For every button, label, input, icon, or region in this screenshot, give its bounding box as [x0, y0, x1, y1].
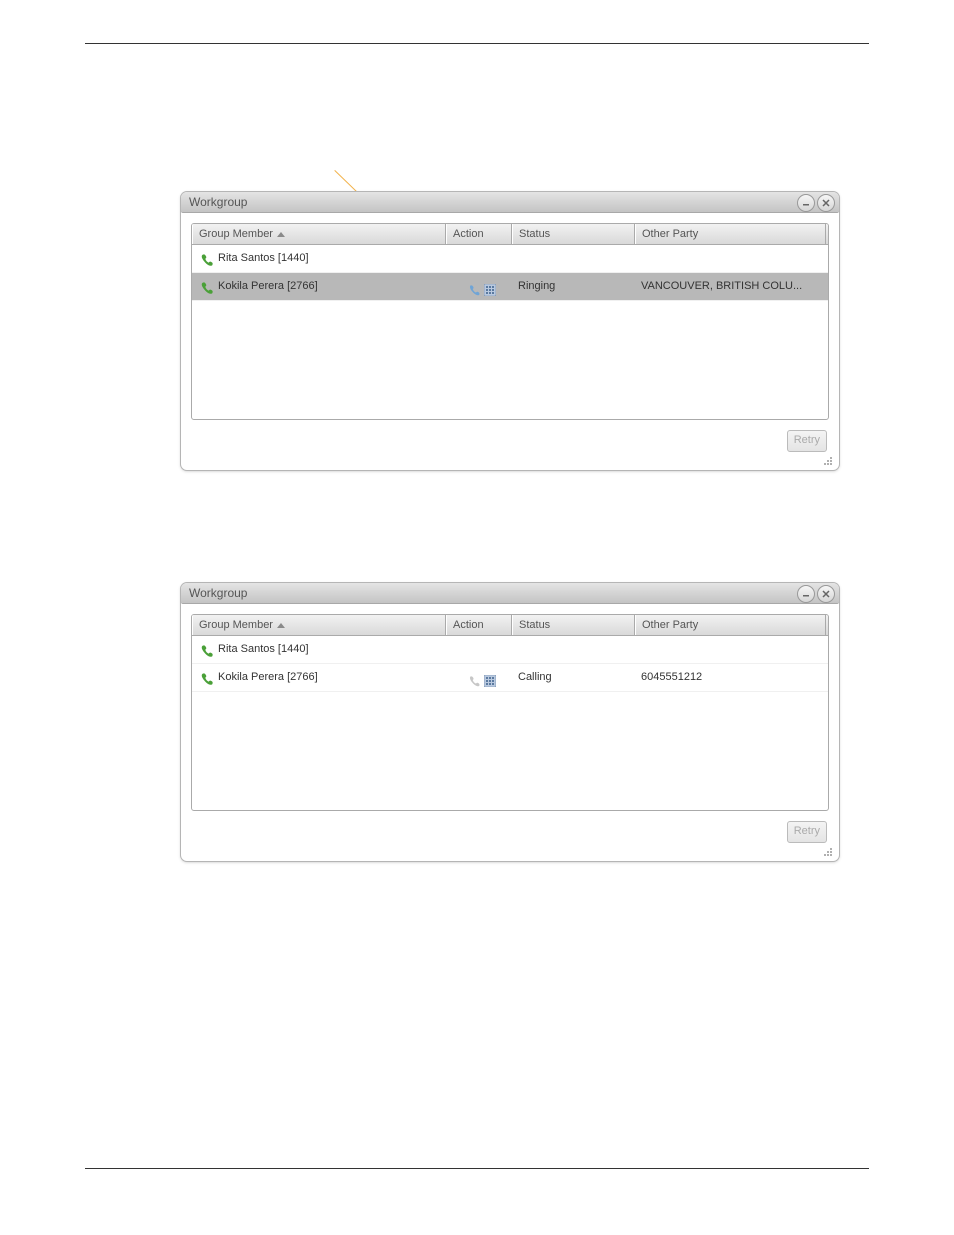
member-name: Rita Santos [1440] [218, 252, 309, 264]
panel-footer: Retry [181, 821, 839, 861]
member-cell: Kokila Perera [2766] [200, 273, 446, 300]
phone-icon [200, 251, 214, 265]
other-party-cell: VANCOUVER, BRITISH COLU... [641, 273, 826, 300]
panel-body: Group Member Action Status Other Party Rita … [191, 614, 829, 811]
keypad-icon[interactable] [484, 280, 496, 292]
column-headers: Group Member Action Status Other Party [192, 615, 828, 636]
col-other-header[interactable]: Other Party [635, 615, 826, 635]
table-row[interactable]: Rita Santos [1440] [192, 636, 828, 664]
table-row[interactable]: Kokila Perera [2766] RingingVANCOUVER, BR… [192, 273, 828, 301]
column-headers: Group Member Action Status Other Party [192, 224, 828, 245]
col-status-header[interactable]: Status [512, 224, 635, 244]
status-cell [518, 245, 635, 272]
phone-icon [200, 642, 214, 656]
other-party-cell: 6045551212 [641, 664, 826, 691]
col-action-header[interactable]: Action [446, 615, 512, 635]
phone-icon [200, 670, 214, 684]
col-action-label: Action [453, 619, 484, 631]
action-cell [452, 664, 512, 691]
col-member-header[interactable]: Group Member [192, 615, 446, 635]
panel-title: Workgroup [189, 583, 247, 603]
panel-titlebar[interactable]: Workgroup [181, 192, 839, 213]
workgroup-panel: Workgroup Group Member Action Status Other P… [181, 583, 839, 861]
workgroup-panel: Workgroup Group Member Action Status Other P… [181, 192, 839, 470]
status-cell [518, 636, 635, 663]
page-divider [85, 1168, 869, 1169]
status-cell: Ringing [518, 273, 635, 300]
keypad-icon[interactable] [484, 671, 496, 683]
answer-call-icon[interactable] [468, 280, 480, 292]
member-cell: Rita Santos [1440] [200, 636, 446, 663]
close-button[interactable] [817, 194, 835, 212]
retry-button[interactable]: Retry [787, 821, 827, 843]
panel-title: Workgroup [189, 192, 247, 212]
retry-button[interactable]: Retry [787, 430, 827, 452]
member-name: Kokila Perera [2766] [218, 671, 318, 683]
col-action-header[interactable]: Action [446, 224, 512, 244]
action-cell [452, 273, 512, 300]
panel-titlebar[interactable]: Workgroup [181, 583, 839, 604]
col-other-header[interactable]: Other Party [635, 224, 826, 244]
action-cell [452, 245, 512, 272]
resize-grip-icon[interactable] [821, 454, 833, 466]
answer-call-icon[interactable] [468, 671, 480, 683]
sort-asc-icon [277, 623, 285, 628]
other-party-cell [641, 245, 826, 272]
col-status-header[interactable]: Status [512, 615, 635, 635]
table-row[interactable]: Rita Santos [1440] [192, 245, 828, 273]
col-other-label: Other Party [642, 228, 698, 240]
sort-asc-icon [277, 232, 285, 237]
resize-grip-icon[interactable] [821, 845, 833, 857]
action-cell [452, 636, 512, 663]
col-member-label: Group Member [199, 619, 273, 631]
member-cell: Rita Santos [1440] [200, 245, 446, 272]
col-member-label: Group Member [199, 228, 273, 240]
col-status-label: Status [519, 619, 550, 631]
col-member-header[interactable]: Group Member [192, 224, 446, 244]
member-name: Kokila Perera [2766] [218, 280, 318, 292]
other-party-cell [641, 636, 826, 663]
close-button[interactable] [817, 585, 835, 603]
col-other-label: Other Party [642, 619, 698, 631]
page-divider [85, 43, 869, 44]
panel-footer: Retry [181, 430, 839, 470]
window-buttons [797, 585, 835, 603]
member-name: Rita Santos [1440] [218, 643, 309, 655]
col-action-label: Action [453, 228, 484, 240]
member-cell: Kokila Perera [2766] [200, 664, 446, 691]
table-row[interactable]: Kokila Perera [2766] Calling6045551212 [192, 664, 828, 692]
window-buttons [797, 194, 835, 212]
phone-icon [200, 279, 214, 293]
col-status-label: Status [519, 228, 550, 240]
panel-body: Group Member Action Status Other Party Rita … [191, 223, 829, 420]
minimize-button[interactable] [797, 585, 815, 603]
minimize-button[interactable] [797, 194, 815, 212]
status-cell: Calling [518, 664, 635, 691]
